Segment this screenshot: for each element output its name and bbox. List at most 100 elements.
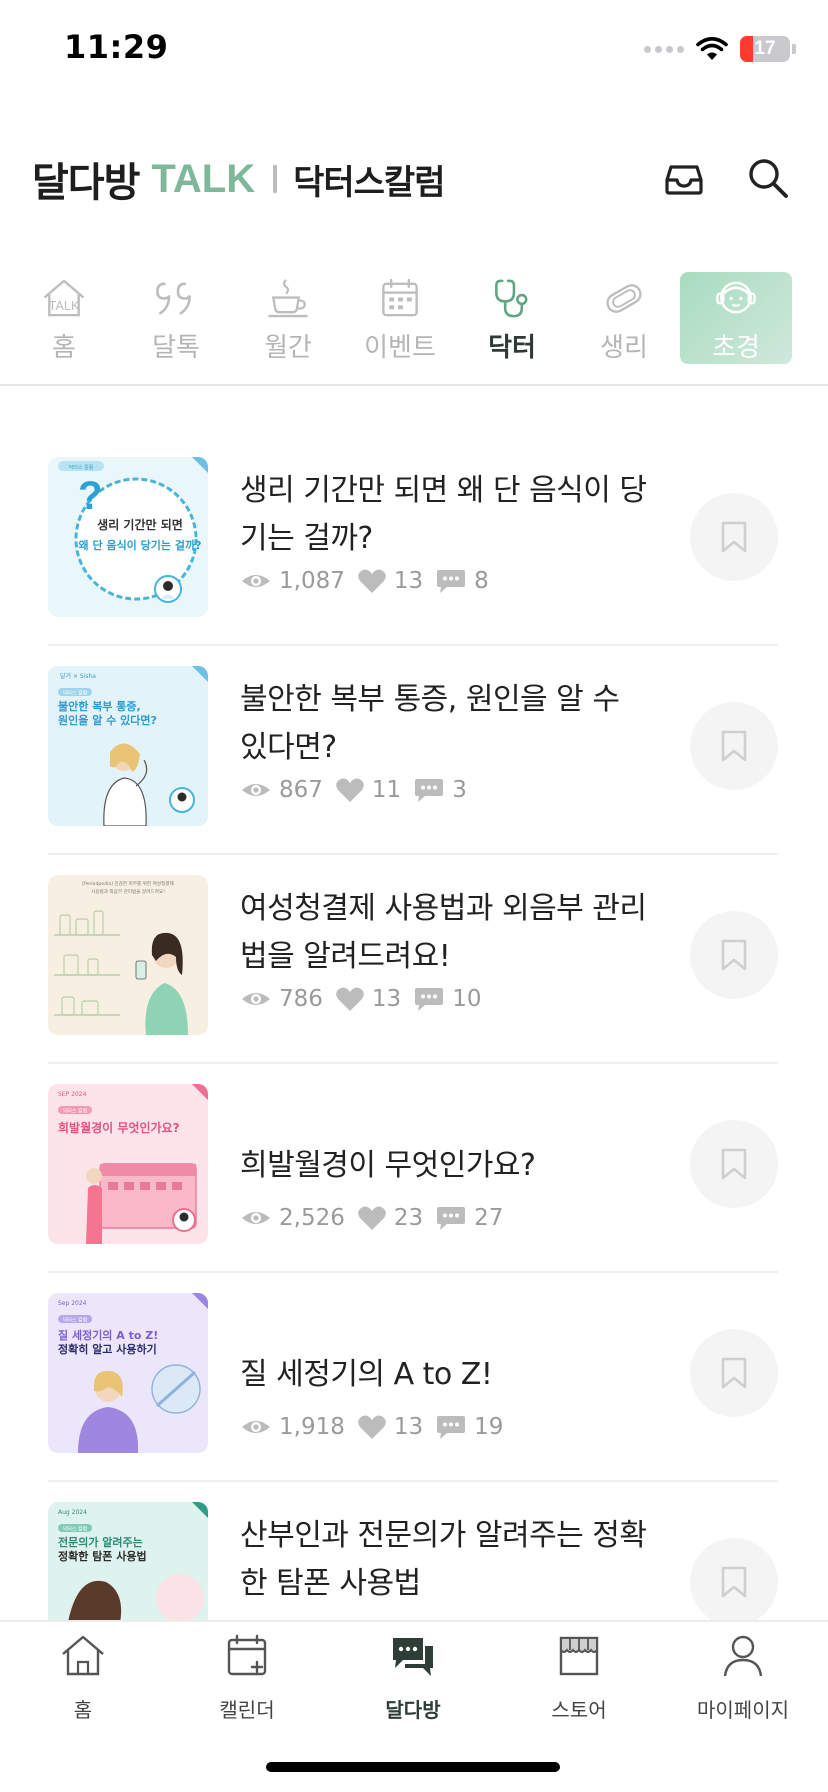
- status-bar: 11:29 17: [0, 0, 828, 100]
- thumb-tag: 닥터스 칼럼: [63, 1108, 88, 1115]
- bookmark-button[interactable]: [690, 1329, 778, 1417]
- category-tab-daltalk[interactable]: 달톡: [120, 272, 232, 364]
- category-tab-doctor[interactable]: 닥터: [456, 272, 568, 364]
- article-stats: 1,087 13 8: [240, 565, 501, 597]
- thumb-line2: 정확히 알고 사용하기: [58, 1342, 157, 1356]
- comment-icon: [415, 779, 444, 802]
- thumb-tag: 닥터스 칼럼: [63, 1526, 88, 1533]
- nav-mypage[interactable]: 마이페이지: [668, 1632, 818, 1732]
- list-item[interactable]: SEP 2024 닥터스 칼럼 희발월경이 무엇인가요? 희발월경이 무엇인가요…: [48, 1064, 778, 1273]
- article-thumbnail: 닥터스 칼럼 ? 생리 기간만 되면 왜 단 음식이 당기는 걸까?: [48, 457, 208, 617]
- chat-bubbles-icon: [393, 1638, 433, 1676]
- category-tab-menarche[interactable]: 초경: [680, 272, 792, 364]
- category-label: 이벤트: [364, 333, 436, 363]
- list-item[interactable]: 닥터스 칼럼 ? 생리 기간만 되면 왜 단 음식이 당기는 걸까? 생리 기간…: [48, 437, 778, 646]
- calendar-icon: [382, 278, 418, 317]
- nav-home[interactable]: 홈: [8, 1632, 158, 1732]
- svg-text:?: ?: [78, 474, 102, 518]
- thumb-line1: 불안한 복부 통증,: [58, 699, 141, 713]
- search-icon: [749, 159, 788, 198]
- category-tabs: TALK 홈 달톡 월간 이벤트 닥터 생리 초경: [0, 272, 828, 386]
- list-item[interactable]: Sep 2024 닥터스 칼럼 질 세정기의 A to Z! 정확히 알고 사용…: [48, 1273, 778, 1482]
- heart-icon: [336, 987, 364, 1011]
- like-count: 23: [393, 1205, 424, 1231]
- thumb-tag: 닥터스 칼럼: [63, 690, 88, 697]
- bookmark-button[interactable]: [690, 493, 778, 581]
- heart-icon: [358, 1206, 386, 1230]
- nav-daldabang[interactable]: 달다방: [338, 1632, 488, 1732]
- category-tab-event[interactable]: 이벤트: [344, 272, 456, 364]
- quote-icon: [156, 282, 191, 315]
- thumb-line1: 희발월경이 무엇인가요?: [58, 1120, 180, 1135]
- bookmark-icon: [721, 939, 747, 971]
- thumb-top: Aug 2024: [58, 1509, 87, 1516]
- brand-divider: [273, 165, 278, 193]
- thumb-line2: 왜 단 음식이 당기는 걸까?: [79, 538, 202, 552]
- article-title[interactable]: 불안한 복부 통증, 원인을 알 수 있다면?: [240, 676, 650, 772]
- eye-icon: [242, 575, 270, 587]
- status-indicators: 17: [644, 34, 796, 64]
- calendar-plus-icon: [227, 1634, 267, 1676]
- storefront-icon: [559, 1636, 599, 1676]
- article-thumbnail: SEP 2024 닥터스 칼럼 희발월경이 무엇인가요?: [48, 1084, 208, 1244]
- battery-level: 17: [754, 38, 776, 59]
- category-tab-period[interactable]: 생리: [568, 272, 680, 364]
- brand-title: 달다방 TALK 닥터스칼럼: [32, 150, 445, 208]
- comment-icon: [437, 1416, 466, 1439]
- article-title[interactable]: 산부인과 전문의가 알려주는 정확한 탐폰 사용법: [240, 1512, 650, 1608]
- wifi-icon: [696, 36, 728, 60]
- heart-icon: [336, 778, 364, 802]
- bookmark-button[interactable]: [690, 911, 778, 999]
- inbox-icon: [665, 165, 703, 195]
- nav-label: 마이페이지: [697, 1698, 789, 1722]
- bookmark-icon: [721, 730, 747, 762]
- brand-name: 달다방: [32, 160, 140, 206]
- category-label: 홈: [52, 333, 76, 363]
- article-thumbnail: [Periodpedia] 민감한 피부를 위한 여성청결제 사용법과 외음부 …: [48, 875, 208, 1035]
- like-count: 13: [393, 568, 424, 594]
- category-label: 초경: [712, 333, 760, 363]
- nav-calendar[interactable]: 캘린더: [172, 1632, 322, 1732]
- bookmark-icon: [721, 1148, 747, 1180]
- thumb-line1: 질 세정기의 A to Z!: [58, 1328, 158, 1342]
- battery-icon: 17: [740, 36, 796, 62]
- bookmark-button[interactable]: [690, 702, 778, 790]
- nav-label: 캘린더: [219, 1698, 275, 1722]
- comment-count: 8: [474, 568, 489, 594]
- article-title[interactable]: 여성청결제 사용법과 외음부 관리법을 알려드려요!: [240, 885, 650, 981]
- heart-icon: [358, 569, 386, 593]
- status-time: 11:29: [64, 28, 169, 66]
- category-tab-home[interactable]: TALK 홈: [8, 272, 120, 364]
- eye-icon: [242, 1421, 270, 1433]
- category-tab-monthly[interactable]: 월간: [232, 272, 344, 364]
- like-count: 11: [371, 777, 402, 803]
- article-stats: 867 11 3: [240, 774, 479, 806]
- comment-icon: [437, 570, 466, 593]
- home-indicator: [266, 1762, 560, 1772]
- like-count: 13: [393, 1414, 424, 1440]
- page-title: 닥터스칼럼: [293, 162, 445, 203]
- eye-icon: [242, 1212, 270, 1224]
- article-title[interactable]: 생리 기간만 되면 왜 단 음식이 당기는 걸까?: [240, 467, 650, 563]
- thumb-top: 달거 × Sisha: [60, 672, 96, 680]
- inbox-button[interactable]: [660, 154, 708, 202]
- list-item[interactable]: 달거 × Sisha 닥터스 칼럼 불안한 복부 통증, 원인을 알 수 있다면…: [48, 646, 778, 855]
- bookmark-button[interactable]: [690, 1120, 778, 1208]
- svg-text:TALK: TALK: [49, 298, 80, 313]
- thumb-line1: [Periodpedia] 민감한 피부를 위한 여성청결제: [82, 880, 173, 887]
- article-title[interactable]: 질 세정기의 A to Z!: [240, 1351, 650, 1399]
- category-label: 닥터: [488, 333, 536, 363]
- nav-label: 홈: [73, 1698, 93, 1722]
- bookmark-button[interactable]: [690, 1538, 778, 1626]
- person-icon: [723, 1635, 763, 1677]
- view-count: 1,918: [279, 1414, 345, 1440]
- coffee-cup-icon: [268, 279, 308, 318]
- comment-icon: [437, 1207, 466, 1230]
- search-button[interactable]: [744, 154, 792, 202]
- nav-store[interactable]: 스토어: [504, 1632, 654, 1732]
- list-item[interactable]: [Periodpedia] 민감한 피부를 위한 여성청결제 사용법과 외음부 …: [48, 855, 778, 1064]
- article-title[interactable]: 희발월경이 무엇인가요?: [240, 1142, 650, 1190]
- home-talk-icon: TALK: [43, 279, 85, 317]
- bookmark-icon: [721, 1357, 747, 1389]
- eye-icon: [242, 784, 270, 796]
